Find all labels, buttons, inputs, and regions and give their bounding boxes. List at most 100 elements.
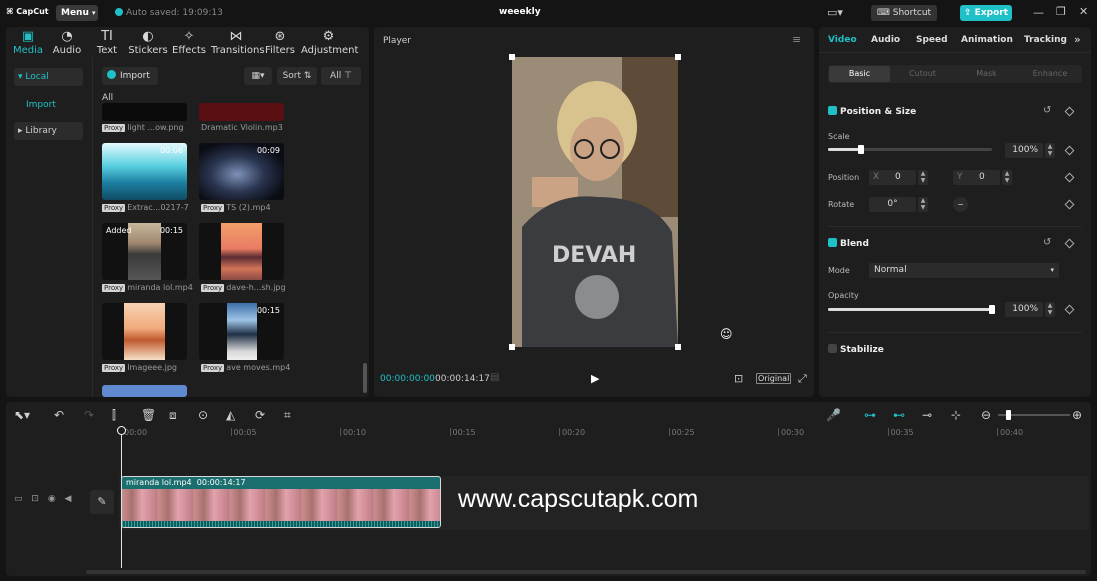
frame-handle-bl[interactable] bbox=[509, 344, 515, 350]
tab-media[interactable]: ▣ Media bbox=[6, 29, 50, 56]
subtab-enhance[interactable]: Enhance bbox=[1019, 66, 1081, 82]
tab-audio[interactable]: ◔ Audio bbox=[45, 29, 89, 56]
reset-icon[interactable]: ↺ bbox=[1043, 105, 1051, 116]
tab-text[interactable]: TI Text bbox=[85, 29, 129, 56]
keyframe-icon[interactable] bbox=[1064, 145, 1075, 156]
media-thumb-2[interactable] bbox=[199, 103, 284, 121]
sticker-icon[interactable]: ☺ bbox=[720, 327, 733, 341]
keyboard-icon: ⌨ bbox=[876, 8, 893, 18]
rotate-field[interactable]: 0° bbox=[869, 197, 916, 212]
tab-filters[interactable]: ⊛ Filters bbox=[258, 29, 302, 56]
menu-button[interactable]: Menu ▾ bbox=[56, 5, 98, 21]
timeline-scrollbar[interactable] bbox=[86, 570, 1086, 574]
media-thumb-6[interactable] bbox=[199, 223, 284, 280]
tab-transitions[interactable]: ⋈ Transitions bbox=[211, 29, 265, 56]
props-tab-video[interactable]: Video bbox=[828, 35, 857, 45]
video-clip[interactable]: miranda lol.mp4 00:00:14:17 bbox=[121, 476, 441, 528]
reset-icon[interactable]: ↺ bbox=[1043, 237, 1051, 248]
autosave-icon bbox=[115, 8, 123, 16]
rotate-dial-icon[interactable]: − bbox=[953, 197, 968, 212]
opacity-slider-knob[interactable] bbox=[989, 305, 995, 314]
proxy-badge: Proxy bbox=[102, 364, 126, 372]
rotate-stepper[interactable]: ▲ ▼ bbox=[918, 197, 928, 212]
volume-icon[interactable]: ◀ bbox=[65, 494, 72, 504]
position-size-header[interactable]: Position & Size bbox=[828, 106, 916, 117]
media-thumb-9[interactable] bbox=[102, 385, 187, 397]
grid-view-button[interactable]: ▦▾ bbox=[244, 67, 272, 85]
tab-stickers[interactable]: ◐ Stickers bbox=[126, 29, 170, 56]
playhead[interactable] bbox=[121, 428, 122, 568]
frame-handle-br[interactable] bbox=[675, 344, 681, 350]
props-tab-speed[interactable]: Speed bbox=[916, 35, 948, 45]
tab-effects[interactable]: ✧ Effects bbox=[167, 29, 211, 56]
layout-icon[interactable]: ▭▾ bbox=[827, 6, 843, 19]
timeline-ruler[interactable]: 00:00 00:05 00:10 00:15 00:20 00:25 00:30 00:35… bbox=[6, 402, 1091, 442]
player-menu-icon[interactable]: ≡ bbox=[792, 33, 801, 46]
stabilize-header[interactable]: Stabilize bbox=[828, 344, 884, 355]
maximize-icon[interactable]: ❐ bbox=[1056, 5, 1066, 18]
keyframe-icon[interactable] bbox=[1064, 172, 1075, 183]
y-stepper[interactable]: ▲ ▼ bbox=[1002, 170, 1012, 185]
media-thumb-7[interactable] bbox=[102, 303, 187, 360]
scale-stepper[interactable]: ▲ ▼ bbox=[1045, 143, 1055, 158]
sidebar-item-local[interactable]: ▾ Local bbox=[14, 68, 83, 86]
more-tabs-icon[interactable]: » bbox=[1074, 33, 1081, 46]
export-button[interactable]: ⇪ Export bbox=[960, 5, 1012, 21]
eye-icon[interactable]: ◉ bbox=[48, 494, 56, 504]
edit-cover-button[interactable]: ✎ bbox=[90, 490, 114, 514]
media-name-4: Proxy TS (2).mp4 bbox=[201, 203, 271, 212]
shortcut-button[interactable]: ⌨ Shortcut bbox=[871, 5, 937, 21]
scale-slider-knob[interactable] bbox=[858, 145, 864, 154]
mode-select[interactable]: Normal ▾ bbox=[869, 263, 1059, 278]
subtab-mask[interactable]: Mask bbox=[955, 66, 1018, 82]
media-name-5: Proxy miranda lol.mp4 bbox=[102, 283, 193, 292]
audio-icon: ◔ bbox=[61, 29, 73, 44]
filter-all-button[interactable]: All ⊤ bbox=[321, 67, 361, 85]
fullscreen-icon[interactable]: ⤢ bbox=[798, 372, 807, 386]
sidebar-item-import[interactable]: Import bbox=[26, 100, 56, 110]
media-thumb-1[interactable] bbox=[102, 103, 187, 121]
frame-handle-tr[interactable] bbox=[675, 54, 681, 60]
keyframe-icon[interactable] bbox=[1064, 238, 1075, 249]
media-thumb-3[interactable]: 00:06 bbox=[102, 143, 187, 200]
opacity-value-field[interactable]: 100% bbox=[1005, 302, 1043, 317]
sort-button[interactable]: Sort ⇅ bbox=[277, 67, 317, 85]
media-scrollbar[interactable] bbox=[363, 363, 367, 393]
props-tab-animation[interactable]: Animation bbox=[961, 35, 1013, 45]
track-cover-icon[interactable]: ▭ bbox=[14, 494, 23, 504]
media-thumb-8[interactable]: 00:15 bbox=[199, 303, 284, 360]
subtab-basic[interactable]: Basic bbox=[829, 66, 890, 82]
props-tab-tracking[interactable]: Tracking bbox=[1024, 35, 1067, 45]
opacity-slider[interactable] bbox=[828, 305, 995, 314]
scale-slider[interactable] bbox=[828, 145, 992, 154]
keyframe-icon[interactable] bbox=[1064, 304, 1075, 315]
tab-adjustment[interactable]: ⚙ Adjustment bbox=[301, 29, 358, 56]
props-tab-audio[interactable]: Audio bbox=[871, 35, 900, 45]
original-ratio-button[interactable]: Original bbox=[756, 373, 792, 384]
import-button[interactable]: Import bbox=[102, 67, 158, 85]
timeline-grid-icon[interactable]: ▤ bbox=[490, 372, 499, 383]
x-stepper[interactable]: ▲ ▼ bbox=[918, 170, 928, 185]
sidebar-item-library[interactable]: ▸ Library bbox=[14, 122, 83, 140]
screenshot-icon[interactable]: ⊡ bbox=[734, 372, 743, 385]
minimize-icon[interactable]: — bbox=[1033, 6, 1044, 19]
position-x-field[interactable]: X0 bbox=[869, 170, 916, 185]
keyframe-icon[interactable] bbox=[1064, 199, 1075, 210]
position-y-field[interactable]: Y0 bbox=[953, 170, 1000, 185]
playhead-handle[interactable] bbox=[117, 426, 126, 435]
subtab-cutout[interactable]: Cutout bbox=[891, 66, 954, 82]
stabilize-label: Stabilize bbox=[840, 345, 884, 355]
media-thumb-4[interactable]: 00:09 bbox=[199, 143, 284, 200]
video-frame[interactable]: DEVAH bbox=[512, 57, 678, 347]
scale-value-field[interactable]: 100% bbox=[1005, 143, 1043, 158]
keyframe-icon[interactable] bbox=[1064, 106, 1075, 117]
y-label: Y bbox=[957, 172, 963, 182]
close-icon[interactable]: ✕ bbox=[1079, 5, 1088, 18]
frame-handle-tl[interactable] bbox=[509, 54, 515, 60]
play-button[interactable]: ▶ bbox=[591, 372, 599, 385]
opacity-stepper[interactable]: ▲ ▼ bbox=[1045, 302, 1055, 317]
lock-icon[interactable]: ⊡ bbox=[31, 494, 39, 504]
blend-header[interactable]: Blend bbox=[828, 238, 869, 249]
ruler-tick-mark bbox=[230, 428, 232, 436]
media-thumb-5[interactable]: Added 00:15 bbox=[102, 223, 187, 280]
